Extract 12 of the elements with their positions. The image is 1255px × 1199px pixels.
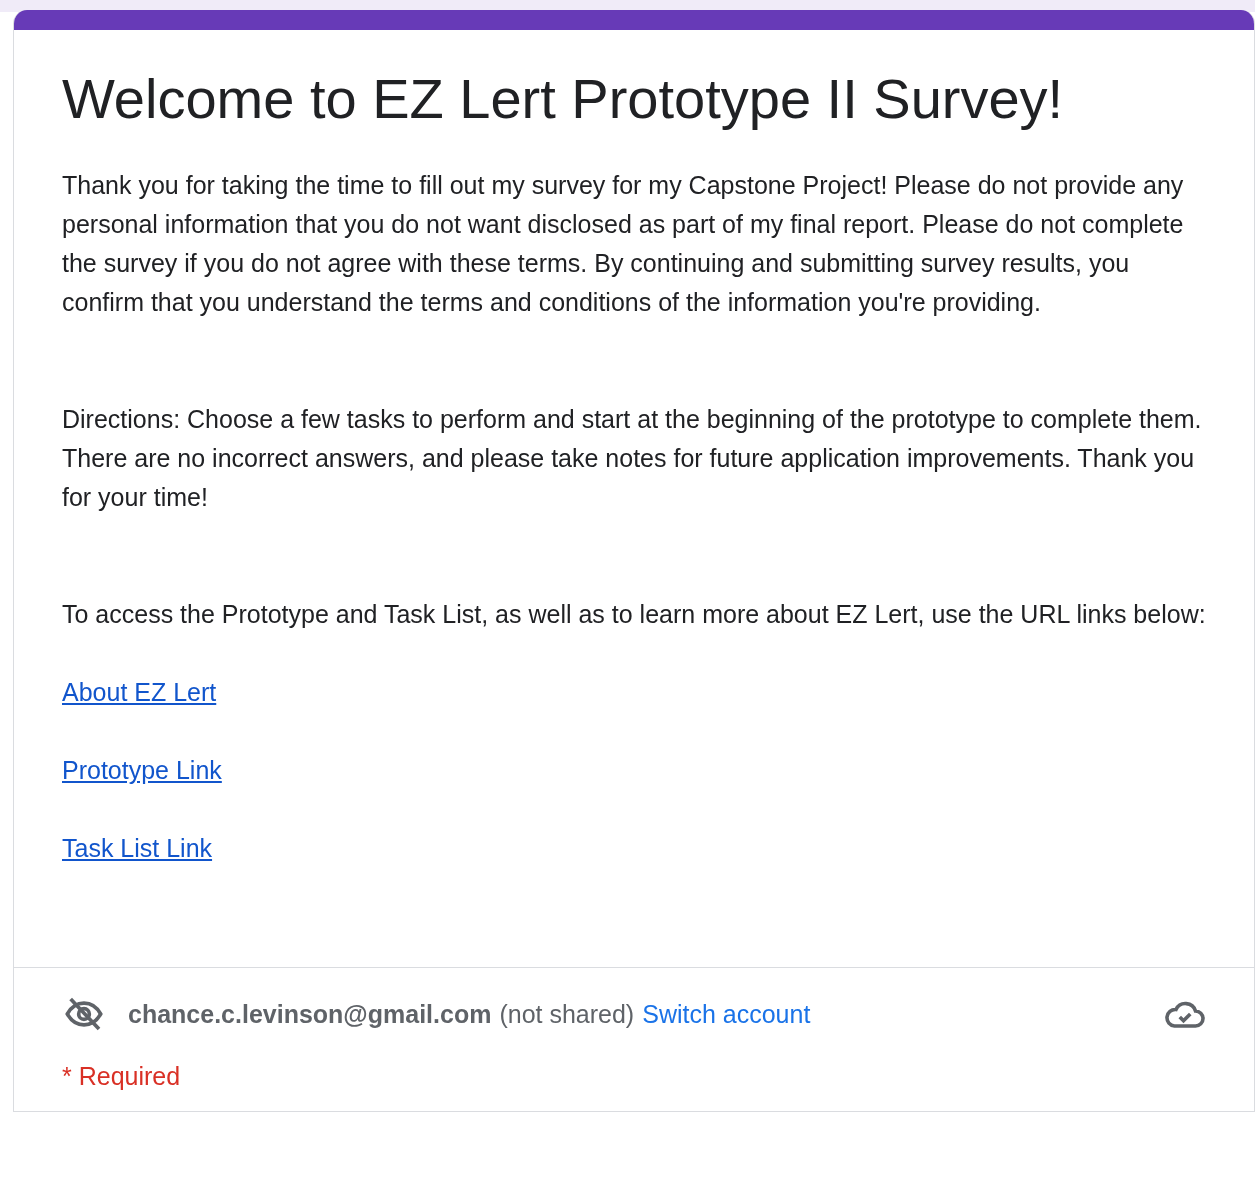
form-title: Welcome to EZ Lert Prototype II Survey! — [62, 66, 1065, 132]
required-note: * Required — [62, 1062, 182, 1091]
description-text: To access the Prototype and Task List, as well as to learn more about EZ Lert, use the URL links below: — [62, 599, 1206, 630]
link[interactable]: Prototype Link — [62, 756, 222, 784]
link[interactable]: Task List Link — [62, 834, 213, 862]
not-shared-note: (not shared) — [499, 999, 635, 1029]
description-text: Directions: Choose a few tasks to perform and start at the beginning of the prototype to complete them. There are no incorrect answers, and please take notes for future application improvements. Thank you for your time! — [62, 404, 1203, 513]
switch-account-link[interactable]: Switch account — [642, 999, 811, 1029]
cloud-check-icon — [1164, 999, 1206, 1029]
description-text: Thank you for taking the time to fill out my survey for my Capstone Project! Please do not provide any personal information that you do not want disclosed as part of my final report. Please do not complete the survey if you do not agree with these terms. By continuing and submitting survey results, you confirm that you understand the terms and conditions of the information you're providing. — [62, 170, 1185, 318]
link[interactable]: About EZ Lert — [62, 678, 217, 706]
account-email: chance.c.levinson@gmail.com — [128, 999, 492, 1029]
